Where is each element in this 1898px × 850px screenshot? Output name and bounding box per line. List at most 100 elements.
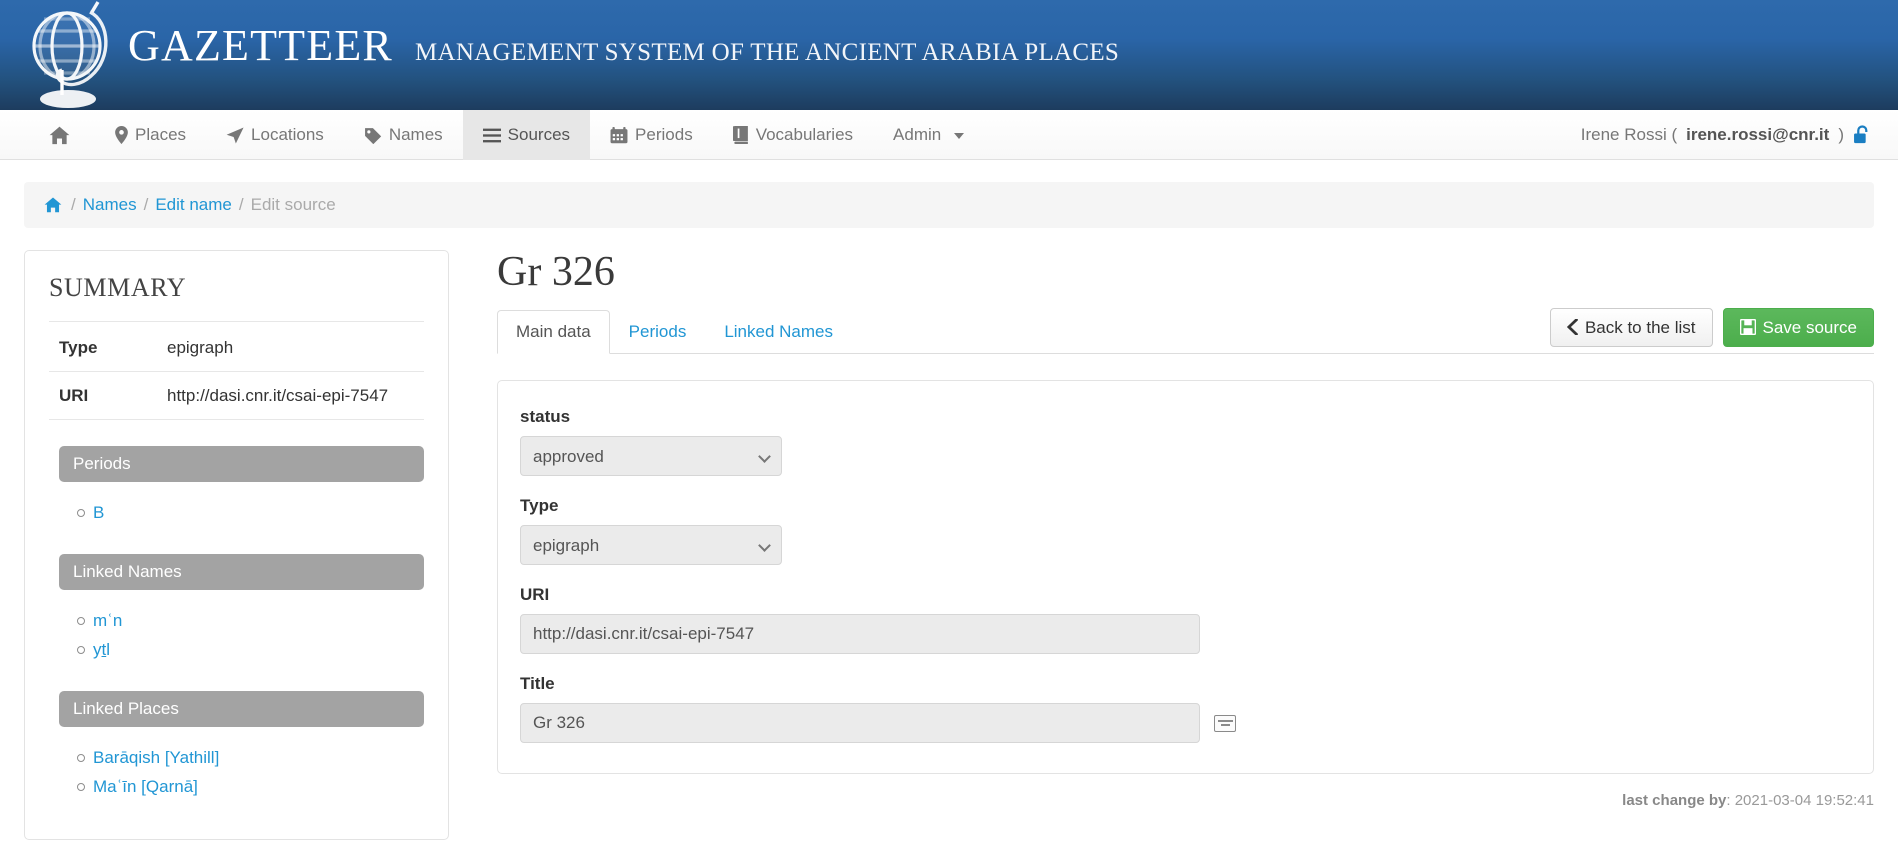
floppy-disk-icon <box>1739 319 1756 336</box>
nav-item-locations[interactable]: Locations <box>206 110 344 160</box>
brand-title: GAZETTEER <box>128 21 393 70</box>
nav-label: Places <box>135 125 187 144</box>
page-title: Gr 326 <box>497 249 615 295</box>
list-item: B <box>77 498 424 528</box>
location-arrow-icon <box>226 127 244 144</box>
nav-item-admin[interactable]: Admin <box>873 110 984 160</box>
summary-value: epigraph <box>167 338 234 357</box>
title-input[interactable] <box>520 703 1200 744</box>
brand-subtitle: MANAGEMENT SYSTEM OF THE ANCIENT ARABIA … <box>414 39 1120 66</box>
summary-panel: SUMMARY Type epigraph URI http://dasi.cn… <box>24 250 449 840</box>
field-title: Title <box>520 674 1851 744</box>
site-masthead: GAZETTEER MANAGEMENT SYSTEM OF THE ANCIE… <box>0 0 1898 110</box>
section-heading-linked-places: Linked Places <box>59 690 424 727</box>
chevron-left-icon <box>1566 319 1578 336</box>
linked-places-list: Barāqish [Yathill] Maʿīn [Qarnā] <box>49 743 424 802</box>
summary-key: URI <box>59 386 89 405</box>
last-change-label: last change by <box>1622 792 1727 810</box>
breadcrumb-item-names[interactable]: Names <box>83 195 137 215</box>
save-source-label: Save source <box>1762 317 1858 337</box>
type-select-wrap: epigraph bibliography archival <box>520 525 782 566</box>
field-uri: URI <box>520 585 1851 655</box>
summary-row-type: Type epigraph <box>49 324 424 372</box>
nav-label: Admin <box>893 125 942 144</box>
home-icon[interactable] <box>44 197 62 213</box>
tab-linked-names[interactable]: Linked Names <box>705 310 852 354</box>
back-to-list-button[interactable]: Back to the list <box>1549 307 1713 348</box>
brand: GAZETTEER MANAGEMENT SYSTEM OF THE ANCIE… <box>128 24 1119 68</box>
section-heading-periods: Periods <box>59 446 424 482</box>
save-source-button[interactable]: Save source <box>1722 307 1874 348</box>
nav-label: Sources <box>507 125 571 144</box>
nav-item-periods[interactable]: Periods <box>590 110 713 160</box>
book-icon <box>732 126 748 144</box>
breadcrumb: / Names / Edit name / Edit source <box>24 182 1874 228</box>
main-content: Gr 326 Main data Periods Linked Names Ba… <box>497 249 1874 809</box>
unlock-icon[interactable] <box>1853 125 1872 144</box>
type-label: Type <box>520 496 559 516</box>
nav-item-sources[interactable]: Sources <box>462 110 591 160</box>
uri-input[interactable] <box>520 614 1200 655</box>
tab-strip: Main data Periods Linked Names Back to t… <box>497 307 1874 355</box>
list-item: Maʿīn [Qarnā] <box>77 772 424 802</box>
linked-place-link[interactable]: Maʿīn [Qarnā] <box>93 777 198 796</box>
tag-icon <box>364 127 381 144</box>
back-to-list-label: Back to the list <box>1584 317 1696 337</box>
keyboard-icon[interactable] <box>1214 714 1236 732</box>
caret-down-icon <box>954 133 965 139</box>
field-status: status approved to be checked draft <box>520 407 1851 477</box>
title-row <box>520 703 1851 744</box>
list-item: Barāqish [Yathill] <box>77 743 424 773</box>
breadcrumb-item-edit-name[interactable]: Edit name <box>155 195 232 215</box>
status-select-wrap: approved to be checked draft <box>520 436 782 477</box>
breadcrumb-separator: / <box>143 195 149 214</box>
user-email: irene.rossi@cnr.it <box>1686 124 1830 144</box>
last-change-info: last change by: 2021-03-04 19:52:41 <box>1622 792 1874 809</box>
type-select[interactable]: epigraph bibliography archival <box>520 525 782 566</box>
nav-item-home[interactable] <box>0 110 95 160</box>
uri-label: URI <box>520 585 550 605</box>
period-link[interactable]: B <box>93 503 104 522</box>
globe-icon <box>32 1 108 108</box>
linked-name-link[interactable]: ytl <box>93 640 110 659</box>
list-item: mʿn <box>77 606 424 636</box>
title-label: Title <box>520 674 555 694</box>
periods-list: B <box>49 498 424 528</box>
nav-label: Periods <box>635 125 693 144</box>
last-change-value: : 2021-03-04 19:52:41 <box>1726 792 1874 810</box>
status-select[interactable]: approved to be checked draft <box>520 436 782 477</box>
calendar-icon <box>610 126 628 143</box>
breadcrumb-item-edit-source: Edit source <box>250 195 336 214</box>
nav-label: Locations <box>251 125 324 144</box>
linked-place-link[interactable]: Barāqish [Yathill] <box>93 748 219 767</box>
nav-label: Vocabularies <box>755 125 854 144</box>
summary-row-uri: URI http://dasi.cnr.it/csai-epi-7547 <box>49 372 424 420</box>
summary-title: SUMMARY <box>49 273 424 322</box>
linked-names-list: mʿn ytl <box>49 606 424 665</box>
user-name: Irene Rossi ( <box>1580 124 1678 144</box>
nav-item-names[interactable]: Names <box>344 110 463 160</box>
list-icon <box>482 128 501 142</box>
breadcrumb-separator: / <box>71 195 76 214</box>
main-data-form: status approved to be checked draft Type… <box>497 380 1874 775</box>
summary-value: http://dasi.cnr.it/csai-epi-7547 <box>167 386 389 405</box>
field-type: Type epigraph bibliography archival <box>520 496 1851 566</box>
main-navbar: Places Locations Names Sources Periods V… <box>0 110 1898 160</box>
user-session[interactable]: Irene Rossi ( irene.rossi@cnr.it) <box>1581 110 1898 159</box>
nav-item-places[interactable]: Places <box>95 110 206 160</box>
nav-items: Places Locations Names Sources Periods V… <box>0 110 984 160</box>
user-name-close: ) <box>1838 124 1844 144</box>
nav-label: Names <box>388 125 443 144</box>
list-item: ytl <box>77 635 424 665</box>
breadcrumb-separator: / <box>238 195 244 214</box>
tab-actions: Back to the list Save source <box>1549 307 1874 348</box>
tab-main-data[interactable]: Main data <box>497 310 610 355</box>
linked-name-link[interactable]: mʿn <box>93 611 122 630</box>
status-label: status <box>520 407 571 427</box>
map-marker-icon <box>115 126 128 144</box>
page-body: SUMMARY Type epigraph URI http://dasi.cn… <box>0 228 1898 840</box>
section-heading-linked-names: Linked Names <box>59 553 424 590</box>
tab-periods[interactable]: Periods <box>610 310 706 354</box>
nav-item-vocabularies[interactable]: Vocabularies <box>713 110 873 160</box>
home-icon <box>49 126 70 144</box>
